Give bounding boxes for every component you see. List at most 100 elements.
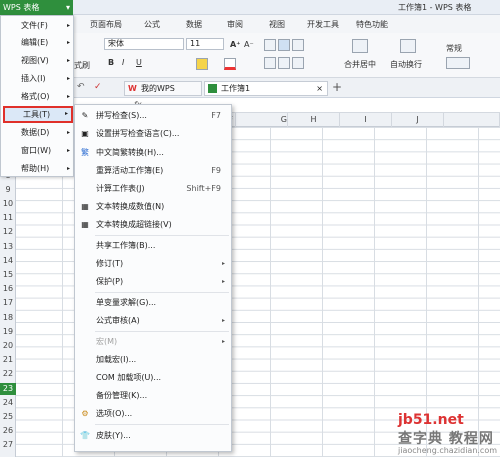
menu-item-options[interactable]: ⚙ 选项(O)... (76, 405, 231, 423)
tab-developer[interactable]: 开发工具 (307, 19, 339, 30)
row-header[interactable]: 22 (0, 368, 16, 380)
watermark-url: jiaocheng.chazidian.com (398, 446, 498, 455)
undo-icon[interactable]: ↶ (77, 82, 85, 92)
submenu-arrow-icon: ▸ (66, 165, 70, 172)
tab-view[interactable]: 视图 (269, 19, 285, 30)
menu-window[interactable]: 窗口(W) ▸ (3, 142, 73, 159)
tab-review[interactable]: 审阅 (227, 19, 243, 30)
menu-item-spell-check[interactable]: ✎ 拼写检查(S)... F7 (76, 107, 231, 125)
tab-features[interactable]: 特色功能 (356, 19, 388, 30)
align-middle-icon[interactable] (278, 39, 290, 51)
menu-item-goal-seek[interactable]: 单变量求解(G)... (76, 294, 231, 312)
menu-separator (95, 292, 229, 293)
menu-data[interactable]: 数据(D) ▸ (3, 124, 73, 141)
menu-item-share-workbook[interactable]: 共享工作簿(B)... (76, 237, 231, 255)
align-right-icon[interactable] (292, 57, 304, 69)
menu-item-revision[interactable]: 修订(T) ▸ (76, 255, 231, 273)
menu-item-addins[interactable]: 加载宏(I)... (76, 351, 231, 369)
menu-item-text-to-link[interactable]: ▦ 文本转换成超链接(V) (76, 216, 231, 234)
menu-item-chinese-convert[interactable]: 繁中文简繁转换(H)... (76, 144, 231, 162)
shortcut: F7 (211, 111, 221, 120)
row-header[interactable]: 11 (0, 212, 16, 224)
row-header[interactable]: 27 (0, 439, 16, 451)
row-header[interactable]: 24 (0, 397, 16, 409)
tab-my-wps-label: 我的WPS (141, 84, 175, 93)
row-header[interactable]: 17 (0, 297, 16, 309)
menu-item-formula-audit[interactable]: 公式审核(A) ▸ (76, 312, 231, 330)
column-header[interactable]: J (392, 113, 444, 127)
column-header[interactable]: H (288, 113, 340, 127)
tab-formulas[interactable]: 公式 (144, 19, 160, 30)
menu-item-com-addins[interactable]: COM 加载项(U)... (76, 369, 231, 387)
menu-item-label: 备份管理(K)... (96, 391, 148, 400)
bold-button[interactable]: B (108, 58, 114, 67)
menu-item-backup[interactable]: 备份管理(K)... (76, 387, 231, 405)
tab-my-wps[interactable]: W 我的WPS (124, 81, 202, 96)
column-header[interactable]: I (340, 113, 392, 127)
font-name-select[interactable]: 宋体 (104, 38, 184, 50)
submenu-arrow-icon: ▸ (66, 57, 70, 64)
row-header[interactable]: 16 (0, 283, 16, 295)
menu-item-protect[interactable]: 保护(P) ▸ (76, 273, 231, 291)
menu-item-recalc-workbook[interactable]: 重算活动工作簿(E) F9 (76, 162, 231, 180)
menu-help[interactable]: 帮助(H) ▸ (3, 160, 73, 177)
menu-item-skin[interactable]: 👕 皮肤(Y)... (76, 427, 231, 445)
menu-item-spell-language[interactable]: ▣ 设置拼写检查语言(C)... (76, 125, 231, 143)
row-header[interactable]: 26 (0, 425, 16, 437)
align-center-icon[interactable] (278, 57, 290, 69)
new-tab-icon[interactable]: + (332, 80, 342, 94)
row-header[interactable]: 23 (0, 382, 16, 395)
tab-workbook1[interactable]: 工作簿1 × (204, 81, 328, 96)
font-color-icon[interactable] (224, 58, 236, 70)
row-header[interactable]: 13 (0, 241, 16, 253)
menu-label: 格式(O) (21, 92, 50, 101)
row-header[interactable]: 25 (0, 411, 16, 423)
wrap-text-button[interactable]: 自动换行 (390, 59, 422, 70)
tab-workbook1-label: 工作簿1 (221, 84, 251, 93)
submenu-arrow-icon: ▸ (66, 129, 70, 136)
row-header[interactable]: 18 (0, 312, 16, 324)
menu-edit[interactable]: 编辑(E) ▸ (3, 34, 73, 51)
fill-color-icon[interactable] (196, 58, 208, 70)
language-icon: ▣ (81, 129, 89, 138)
wps-menu-button[interactable]: WPS 表格 ▾ (0, 0, 73, 15)
format-painter-label[interactable]: 式刷 (74, 60, 90, 71)
align-bottom-icon[interactable] (292, 39, 304, 51)
row-header[interactable]: 10 (0, 198, 16, 210)
merge-center-icon[interactable] (352, 39, 368, 53)
menu-item-label: 计算工作表(J) (96, 184, 145, 193)
wrap-text-icon[interactable] (400, 39, 416, 53)
menu-insert[interactable]: 插入(I) ▸ (3, 70, 73, 87)
menu-tools[interactable]: 工具(T) ▸ (3, 106, 73, 123)
font-size-down-button[interactable]: A⁻ (244, 40, 254, 49)
menu-item-text-to-number[interactable]: ▦ 文本转换成数值(N) (76, 198, 231, 216)
percent-format-icon[interactable] (446, 57, 470, 69)
align-left-icon[interactable] (264, 57, 276, 69)
font-size-up-button[interactable]: A⁺ (230, 40, 240, 49)
row-header[interactable]: 15 (0, 269, 16, 281)
row-header[interactable]: 19 (0, 326, 16, 338)
check-icon[interactable]: ✓ (94, 82, 102, 92)
tab-page-layout[interactable]: 页面布局 (90, 19, 122, 30)
menu-item-calc-sheet[interactable]: 计算工作表(J) Shift+F9 (76, 180, 231, 198)
row-header[interactable]: 14 (0, 255, 16, 267)
align-top-icon[interactable] (264, 39, 276, 51)
italic-button[interactable]: I (122, 58, 124, 67)
close-icon[interactable]: × (316, 82, 323, 95)
menu-label: 视图(V) (21, 56, 49, 65)
row-header[interactable]: 21 (0, 354, 16, 366)
font-size-select[interactable]: 11 (186, 38, 224, 50)
menu-file[interactable]: 文件(F) ▸ (3, 17, 73, 34)
column-header[interactable] (444, 113, 500, 127)
underline-button[interactable]: U (136, 58, 142, 67)
row-header[interactable]: 9 (0, 184, 16, 196)
tab-data[interactable]: 数据 (186, 19, 202, 30)
row-header[interactable]: 20 (0, 340, 16, 352)
merge-center-button[interactable]: 合并居中 (344, 59, 376, 70)
menu-label: 工具(T) (23, 110, 51, 119)
menu-item-label: 选项(O)... (96, 409, 133, 418)
column-header[interactable]: G (236, 113, 288, 127)
menu-format[interactable]: 格式(O) ▸ (3, 88, 73, 105)
menu-view[interactable]: 视图(V) ▸ (3, 52, 73, 69)
row-header[interactable]: 12 (0, 226, 16, 238)
